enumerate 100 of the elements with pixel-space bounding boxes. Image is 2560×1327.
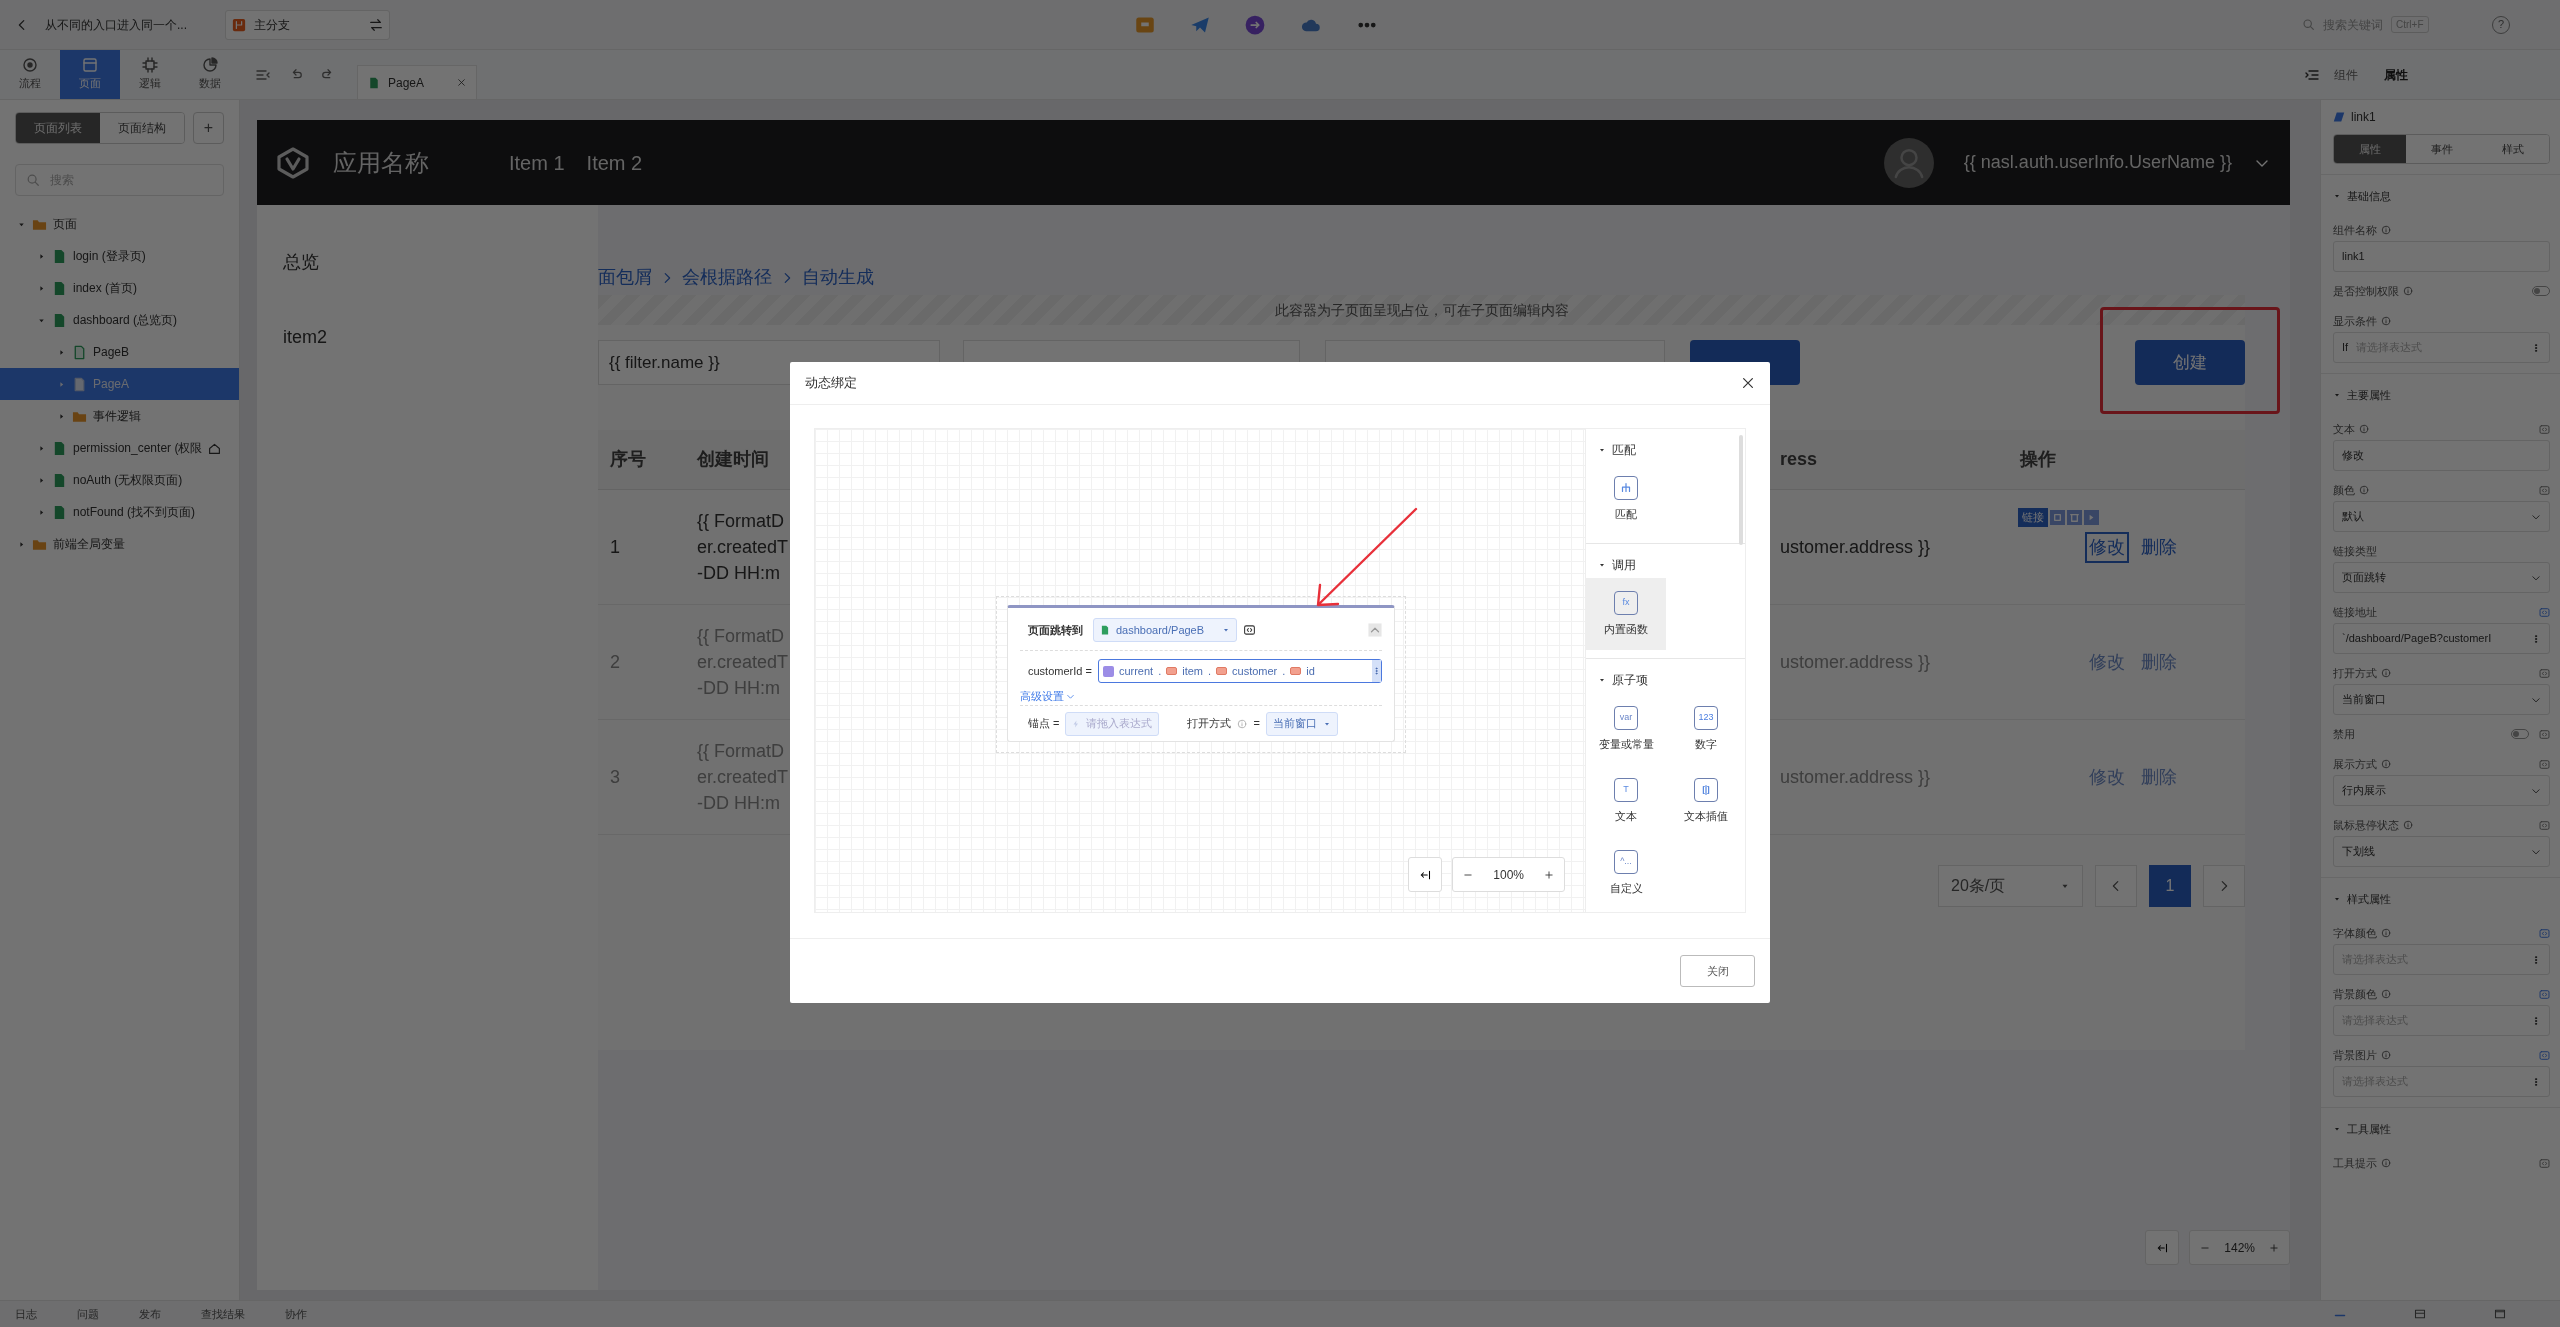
- caret-right-icon[interactable]: [37, 283, 46, 293]
- select-field[interactable]: 默认: [2333, 501, 2550, 532]
- arrow-circle-icon[interactable]: [1245, 14, 1265, 35]
- tree-item[interactable]: 页面: [0, 208, 239, 240]
- tree-item[interactable]: 事件逻辑: [0, 400, 239, 432]
- caret-right-icon[interactable]: [37, 251, 46, 261]
- tree-item[interactable]: notFound (找不到页面): [0, 496, 239, 528]
- status-tab[interactable]: 协作: [285, 1305, 307, 1323]
- tree-item[interactable]: login (登录页): [0, 240, 239, 272]
- tree-item[interactable]: PageB: [0, 336, 239, 368]
- caret-down-icon[interactable]: [1598, 676, 1606, 684]
- status-tab[interactable]: 问题: [77, 1305, 99, 1323]
- select-field[interactable]: 当前窗口: [2333, 684, 2550, 715]
- split-icon[interactable]: [2414, 1308, 2426, 1320]
- code-icon[interactable]: [1243, 624, 1256, 636]
- caret-right-icon[interactable]: [37, 443, 46, 453]
- status-tab[interactable]: 查找结果: [201, 1305, 245, 1323]
- nav-link[interactable]: Item 1: [509, 147, 565, 178]
- mode-tab[interactable]: 流程: [0, 50, 60, 99]
- select-field[interactable]: 行内展示: [2333, 775, 2550, 806]
- caret-right-icon[interactable]: [17, 539, 26, 549]
- mode-tab[interactable]: 逻辑: [120, 50, 180, 99]
- breadcrumb-link[interactable]: 自动生成: [802, 264, 874, 291]
- copy-icon[interactable]: [2050, 509, 2065, 525]
- action-link[interactable]: 修改: [2086, 648, 2127, 676]
- bind-icon[interactable]: [2539, 423, 2550, 435]
- delete-icon[interactable]: [2067, 509, 2082, 525]
- expression-field[interactable]: `/dashboard/PageB?customerI: [2333, 623, 2550, 654]
- open-mode-select[interactable]: 当前窗口: [1265, 711, 1338, 736]
- text-field[interactable]: 修改: [2333, 440, 2550, 471]
- page-button[interactable]: 1: [2149, 865, 2191, 907]
- status-tab[interactable]: 发布: [139, 1305, 161, 1323]
- bind-icon[interactable]: [2539, 606, 2550, 618]
- action-link[interactable]: 删除: [2138, 533, 2179, 561]
- close-icon[interactable]: [1741, 376, 1755, 390]
- caret-down-icon[interactable]: [1598, 561, 1606, 569]
- panel-tab[interactable]: 组件: [2334, 65, 2358, 84]
- fit-button[interactable]: [2145, 1230, 2180, 1265]
- zoom-control[interactable]: 100%: [1452, 857, 1565, 892]
- bind-icon[interactable]: [2539, 484, 2550, 496]
- expression-drop-field[interactable]: 请拖入表达式: [1065, 711, 1160, 736]
- advanced-link[interactable]: 高级设置: [1020, 688, 1075, 705]
- palette-item[interactable]: 文本插值: [1666, 765, 1745, 837]
- page-select[interactable]: dashboard/PageB: [1093, 618, 1237, 642]
- editor-tab[interactable]: PageA: [357, 65, 477, 99]
- expression-field[interactable]: current . item . customer . id: [1097, 659, 1382, 683]
- palette-item[interactable]: 123 数字: [1666, 693, 1745, 765]
- page-size-select[interactable]: 20条/页: [1938, 865, 2083, 907]
- tree-item[interactable]: noAuth (无权限页面): [0, 464, 239, 496]
- tree-item[interactable]: PageA: [0, 368, 239, 400]
- nav-link[interactable]: 总览: [283, 249, 319, 276]
- breadcrumb-link[interactable]: 面包屑: [598, 264, 652, 291]
- mode-tab[interactable]: 数据: [180, 50, 240, 99]
- bind-icon[interactable]: [2539, 1049, 2550, 1061]
- palette-item[interactable]: ^... 自定义: [1586, 837, 1666, 909]
- status-tab[interactable]: 日志: [15, 1305, 37, 1323]
- add-button[interactable]: +: [193, 112, 224, 144]
- palette-item[interactable]: var 变量或常量: [1586, 693, 1666, 765]
- bind-icon[interactable]: [2539, 988, 2550, 1000]
- tree-item[interactable]: dashboard (总览页): [0, 304, 239, 336]
- bind-icon[interactable]: [2539, 1157, 2550, 1169]
- breadcrumb-link[interactable]: 会根据路径: [682, 264, 772, 291]
- action-link[interactable]: 删除: [2138, 763, 2179, 791]
- bind-icon[interactable]: [2539, 819, 2550, 831]
- close-button[interactable]: 关闭: [1680, 955, 1755, 987]
- plus-icon[interactable]: [1544, 869, 1554, 880]
- palette-item[interactable]: T 文本: [1586, 765, 1666, 837]
- caret-down-icon[interactable]: [1598, 446, 1606, 454]
- bind-icon[interactable]: [2539, 758, 2550, 770]
- zoom-control[interactable]: 142%: [2189, 1230, 2290, 1265]
- action-link[interactable]: 修改: [2086, 763, 2127, 791]
- caret-right-icon[interactable]: [57, 411, 66, 421]
- branch-selector[interactable]: 主分支: [225, 9, 390, 40]
- nav-link[interactable]: Item 2: [586, 147, 643, 178]
- palette-item[interactable]: 匹配: [1586, 463, 1666, 535]
- swap-icon[interactable]: [369, 17, 383, 32]
- select-field[interactable]: 下划线: [2333, 836, 2550, 867]
- action-link[interactable]: 修改: [2086, 533, 2127, 561]
- text-field[interactable]: link1: [2333, 241, 2550, 272]
- nav-link[interactable]: item2: [283, 324, 327, 351]
- tree-item[interactable]: index (首页): [0, 272, 239, 304]
- caret-right-icon[interactable]: [2084, 509, 2099, 525]
- caret-right-icon[interactable]: [37, 507, 46, 517]
- palette-item[interactable]: fx 内置函数: [1586, 578, 1666, 650]
- bind-icon[interactable]: [2539, 927, 2550, 939]
- select-field[interactable]: 页面跳转: [2333, 562, 2550, 593]
- tree-item[interactable]: permission_center (权限: [0, 432, 239, 464]
- bind-icon[interactable]: [2539, 667, 2550, 679]
- bind-icon[interactable]: [2539, 728, 2550, 740]
- fit-button[interactable]: [1408, 857, 1443, 892]
- action-link[interactable]: 删除: [2138, 648, 2179, 676]
- panel-tab[interactable]: 属性: [2384, 65, 2408, 84]
- create-button[interactable]: 创建: [2135, 340, 2245, 385]
- plus-icon[interactable]: [2269, 1242, 2279, 1253]
- tree-item[interactable]: 前端全局变量: [0, 528, 239, 560]
- more-icon[interactable]: [1372, 660, 1381, 682]
- caret-right-icon[interactable]: [57, 379, 66, 389]
- maximize-icon[interactable]: [2494, 1308, 2506, 1320]
- caret-right-icon[interactable]: [57, 347, 66, 357]
- view-tab[interactable]: 页面列表: [16, 113, 100, 143]
